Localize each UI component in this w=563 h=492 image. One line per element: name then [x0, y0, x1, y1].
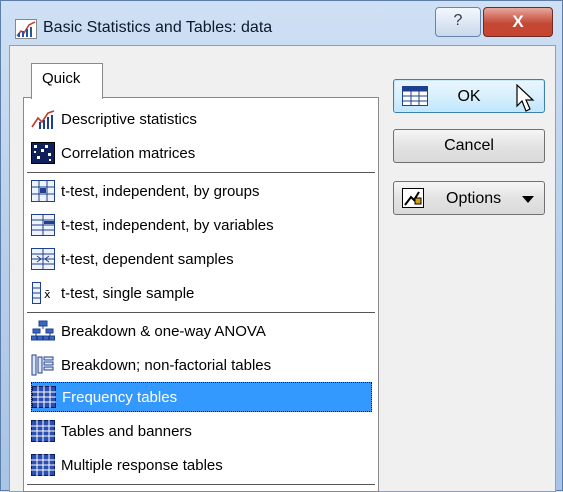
descriptive-stats-icon — [31, 110, 55, 129]
dialog-window: Basic Statistics and Tables: data ? X Qu… — [0, 0, 563, 492]
correlation-matrix-icon — [31, 142, 55, 164]
dropdown-arrow-icon — [522, 196, 534, 203]
list-separator — [27, 484, 375, 485]
tables-banners-icon — [31, 420, 55, 442]
list-item-ttest-variables[interactable]: t-test, independent, by variables — [31, 210, 371, 240]
list-separator — [27, 172, 375, 173]
breakdown-tables-icon — [31, 354, 54, 376]
statistics-app-icon — [15, 19, 37, 39]
ttest-groups-icon — [31, 180, 55, 202]
options-button[interactable]: Options — [393, 181, 545, 215]
list-item-breakdown-tables[interactable]: Breakdown; non-factorial tables — [31, 350, 371, 380]
list-item-label: Descriptive statistics — [61, 110, 197, 128]
window-title: Basic Statistics and Tables: data — [43, 19, 273, 36]
list-item-ttest-groups[interactable]: t-test, independent, by groups — [31, 176, 371, 206]
list-item-label: Correlation matrices — [61, 144, 196, 162]
frequency-table-icon — [32, 386, 56, 408]
list-item-ttest-dependent[interactable]: t-test, dependent samples — [31, 244, 371, 274]
list-item-label: Breakdown; non-factorial tables — [61, 356, 272, 374]
breakdown-anova-icon — [31, 320, 55, 341]
cancel-button[interactable]: Cancel — [393, 129, 545, 163]
ttest-single-icon: x̄ — [32, 282, 51, 304]
list-item-ttest-single[interactable]: x̄ t-test, single sample — [31, 278, 371, 308]
multiple-response-icon — [31, 454, 55, 476]
list-item-correlation-matrices[interactable]: Correlation matrices — [31, 138, 371, 168]
list-item-tables-banners[interactable]: Tables and banners — [31, 416, 371, 446]
list-item-label: Breakdown & one-way ANOVA — [61, 322, 266, 340]
mouse-cursor-icon — [516, 84, 535, 112]
ttest-dependent-icon — [31, 248, 55, 270]
list-item-label: Tables and banners — [61, 422, 192, 440]
ok-button[interactable]: OK — [393, 79, 545, 113]
list-item-label: Multiple response tables — [61, 456, 223, 474]
help-button[interactable]: ? — [435, 7, 481, 37]
list-item-multiple-response[interactable]: Multiple response tables — [31, 450, 371, 480]
close-button[interactable]: X — [483, 7, 553, 37]
ttest-variables-icon — [31, 214, 55, 236]
list-separator — [27, 312, 375, 313]
list-item-label: t-test, single sample — [61, 284, 195, 302]
options-button-label: Options — [446, 190, 502, 207]
list-item-label: t-test, independent, by groups — [61, 182, 260, 200]
list-item-descriptive-statistics[interactable]: Descriptive statistics — [31, 104, 371, 134]
title-bar[interactable]: Basic Statistics and Tables: data ? X — [1, 1, 562, 45]
list-item-frequency-tables[interactable]: Frequency tables — [31, 382, 372, 412]
options-icon — [402, 188, 424, 208]
list-item-label: t-test, dependent samples — [61, 250, 234, 268]
svg-text:x̄: x̄ — [44, 288, 51, 301]
list-item-breakdown-anova[interactable]: Breakdown & one-way ANOVA — [31, 316, 371, 346]
tab-quick[interactable]: Quick — [31, 63, 103, 99]
list-item-label: t-test, independent, by variables — [61, 216, 274, 234]
list-item-label: Frequency tables — [62, 388, 178, 406]
